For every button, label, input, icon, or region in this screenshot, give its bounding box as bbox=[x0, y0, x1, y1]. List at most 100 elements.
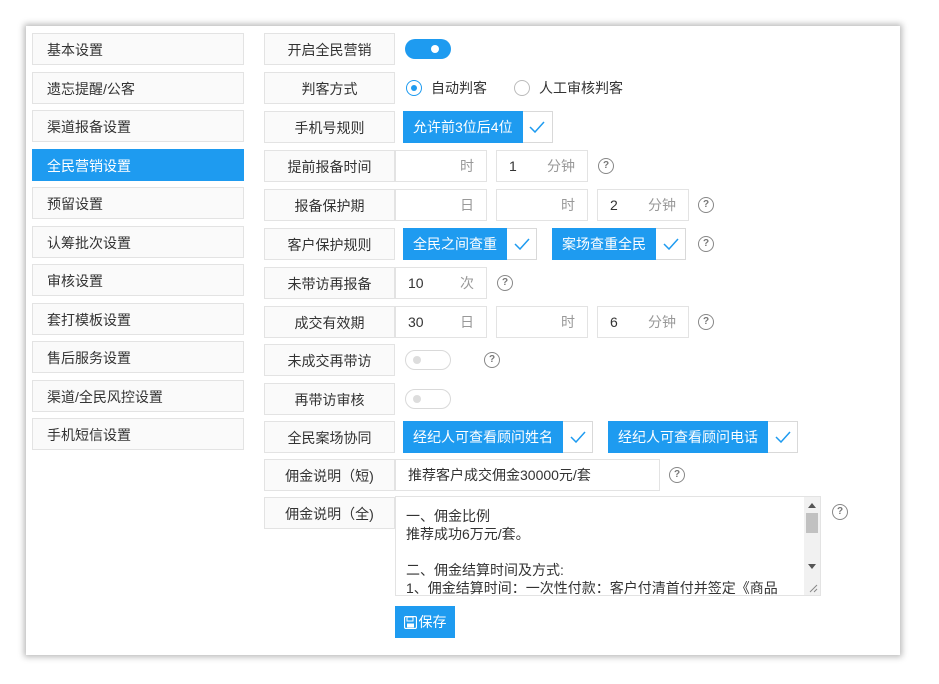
sidebar-item[interactable]: 手机短信设置 bbox=[32, 418, 244, 450]
sidebar-item[interactable]: 遗忘提醒/公客 bbox=[32, 71, 244, 104]
help-icon[interactable]: ? bbox=[698, 197, 714, 213]
deal-valid-day-input[interactable]: 30 日 bbox=[395, 306, 487, 338]
sidebar-item[interactable]: 全民营销设置 bbox=[32, 148, 244, 181]
advance-report-hour-input[interactable]: 时 bbox=[395, 150, 487, 182]
field-label: 全民案场协同 bbox=[264, 421, 395, 453]
save-button[interactable]: 保存 bbox=[395, 606, 455, 638]
deal-valid-minute-input[interactable]: 6 分钟 bbox=[597, 306, 689, 338]
row-commission-full: 佣金说明（全) bbox=[264, 497, 395, 529]
save-label: 保存 bbox=[418, 614, 447, 630]
input-value: 6 bbox=[610, 314, 618, 330]
textarea-line: 推荐成功6万元/套。 bbox=[406, 526, 530, 542]
unit-label: 日 bbox=[460, 197, 474, 213]
scroll-thumb[interactable] bbox=[806, 513, 818, 533]
row-customer-protect: 客户保护规则 全民之间查重 案场查重全民 ? bbox=[264, 228, 864, 260]
field-label: 佣金说明（短) bbox=[264, 459, 395, 491]
help-icon[interactable]: ? bbox=[698, 314, 714, 330]
revisit-review-toggle[interactable] bbox=[405, 389, 451, 409]
sidebar-item[interactable]: 审核设置 bbox=[32, 264, 244, 296]
input-value: 1 bbox=[509, 158, 517, 174]
unit-label: 时 bbox=[460, 158, 474, 174]
row-revisit-review: 再带访审核 bbox=[264, 383, 864, 415]
row-advance-report: 提前报备时间 时 1 分钟 ? bbox=[264, 150, 864, 182]
unit-label: 次 bbox=[460, 275, 474, 291]
textarea-line: 二、佣金结算时间及方式: bbox=[406, 562, 564, 578]
unit-label: 时 bbox=[561, 197, 575, 213]
row-no-deal-revisit: 未成交再带访 ? bbox=[264, 344, 864, 376]
help-icon[interactable]: ? bbox=[832, 504, 848, 520]
input-value: 2 bbox=[610, 197, 618, 213]
resize-handle-icon[interactable] bbox=[808, 583, 818, 593]
site-cooperate-tag-1[interactable]: 经纪人可查看顾问姓名 bbox=[403, 421, 593, 453]
field-label: 客户保护规则 bbox=[264, 228, 395, 260]
tag-text: 经纪人可查看顾问姓名 bbox=[403, 421, 563, 453]
commission-short-input[interactable]: 推荐客户成交佣金30000元/套 bbox=[395, 459, 660, 491]
radio-manual-judge-label: 人工审核判客 bbox=[539, 80, 623, 96]
tag-text: 案场查重全民 bbox=[552, 228, 656, 260]
field-label: 开启全民营销 bbox=[264, 33, 395, 65]
field-label: 判客方式 bbox=[264, 72, 395, 104]
sidebar-nav: 基本设置遗忘提醒/公客 渠道报备设置 全民营销设置 预留设置认筹批次设置 审核设置套打模… bbox=[32, 33, 244, 457]
sidebar-item[interactable]: 认筹批次设置 bbox=[32, 225, 244, 258]
save-icon bbox=[403, 615, 417, 629]
input-value: 10 bbox=[408, 275, 424, 291]
input-value: 推荐客户成交佣金30000元/套 bbox=[408, 467, 591, 483]
sidebar-item[interactable]: 基本设置 bbox=[32, 33, 244, 65]
unit-label: 分钟 bbox=[648, 314, 676, 330]
no-deal-revisit-toggle[interactable] bbox=[405, 350, 451, 370]
tag-text: 经纪人可查看顾问电话 bbox=[608, 421, 768, 453]
scroll-down-icon[interactable] bbox=[808, 564, 816, 569]
tag-text: 全民之间查重 bbox=[403, 228, 507, 260]
unit-label: 时 bbox=[561, 314, 575, 330]
help-icon[interactable]: ? bbox=[497, 275, 513, 291]
field-label: 报备保护期 bbox=[264, 189, 395, 221]
settings-panel: 基本设置遗忘提醒/公客 渠道报备设置 全民营销设置 预留设置认筹批次设置 审核设置套打模… bbox=[26, 26, 900, 655]
advance-report-minute-input[interactable]: 1 分钟 bbox=[496, 150, 588, 182]
row-enable-marketing: 开启全民营销 bbox=[264, 33, 864, 65]
unit-label: 分钟 bbox=[547, 158, 575, 174]
check-icon bbox=[768, 421, 798, 453]
customer-protect-tag-2[interactable]: 案场查重全民 bbox=[552, 228, 686, 260]
sidebar-item[interactable]: 渠道报备设置 bbox=[32, 110, 244, 142]
phone-rule-tag[interactable]: 允许前3位后4位 bbox=[403, 111, 553, 143]
row-commission-short: 佣金说明（短) 推荐客户成交佣金30000元/套 ? bbox=[264, 459, 864, 491]
help-icon[interactable]: ? bbox=[669, 467, 685, 483]
row-phone-rule: 手机号规则 允许前3位后4位 bbox=[264, 111, 864, 143]
customer-protect-tag-1[interactable]: 全民之间查重 bbox=[403, 228, 537, 260]
row-site-cooperate: 全民案场协同 经纪人可查看顾问姓名 经纪人可查看顾问电话 bbox=[264, 421, 864, 453]
enable-marketing-toggle[interactable] bbox=[405, 39, 451, 59]
input-value: 30 bbox=[408, 314, 424, 330]
check-icon bbox=[522, 111, 553, 143]
field-label: 未成交再带访 bbox=[264, 344, 395, 376]
site-cooperate-tag-2[interactable]: 经纪人可查看顾问电话 bbox=[608, 421, 798, 453]
help-icon[interactable]: ? bbox=[598, 158, 614, 174]
report-protect-minute-input[interactable]: 2 分钟 bbox=[597, 189, 689, 221]
row-report-protect: 报备保护期 日 时 2 分钟 ? bbox=[264, 189, 864, 221]
sidebar-item[interactable]: 渠道/全民风控设置 bbox=[32, 379, 244, 412]
row-deal-valid: 成交有效期 30 日 时 6 分钟 ? bbox=[264, 306, 864, 338]
deal-valid-hour-input[interactable]: 时 bbox=[496, 306, 588, 338]
check-icon bbox=[507, 228, 537, 260]
field-label: 提前报备时间 bbox=[264, 150, 395, 182]
unit-label: 分钟 bbox=[648, 197, 676, 213]
report-protect-day-input[interactable]: 日 bbox=[395, 189, 487, 221]
field-label: 佣金说明（全) bbox=[264, 497, 395, 529]
sidebar-item[interactable]: 预留设置 bbox=[32, 187, 244, 219]
report-protect-hour-input[interactable]: 时 bbox=[496, 189, 588, 221]
scroll-up-icon[interactable] bbox=[808, 503, 816, 508]
help-icon[interactable]: ? bbox=[698, 236, 714, 252]
field-label: 再带访审核 bbox=[264, 383, 395, 415]
textarea-content: 一、佣金比例 推荐成功6万元/套。 二、佣金结算时间及方式: 1、佣金结算时间：一次性… bbox=[406, 507, 801, 595]
row-judge-method: 判客方式 自动判客 人工审核判客 bbox=[264, 72, 864, 104]
radio-auto-judge[interactable] bbox=[406, 80, 422, 96]
sidebar-item[interactable]: 售后服务设置 bbox=[32, 341, 244, 373]
field-label: 手机号规则 bbox=[264, 111, 395, 143]
help-icon[interactable]: ? bbox=[484, 352, 500, 368]
sidebar-item[interactable]: 套打模板设置 bbox=[32, 302, 244, 335]
tag-text: 允许前3位后4位 bbox=[403, 111, 523, 143]
radio-manual-judge[interactable] bbox=[514, 80, 530, 96]
textarea-scrollbar[interactable] bbox=[804, 497, 820, 595]
no-visit-rereport-input[interactable]: 10 次 bbox=[395, 267, 487, 299]
commission-full-textarea[interactable]: 一、佣金比例 推荐成功6万元/套。 二、佣金结算时间及方式: 1、佣金结算时间：一次性… bbox=[395, 496, 821, 596]
field-label: 未带访再报备 bbox=[264, 267, 395, 299]
